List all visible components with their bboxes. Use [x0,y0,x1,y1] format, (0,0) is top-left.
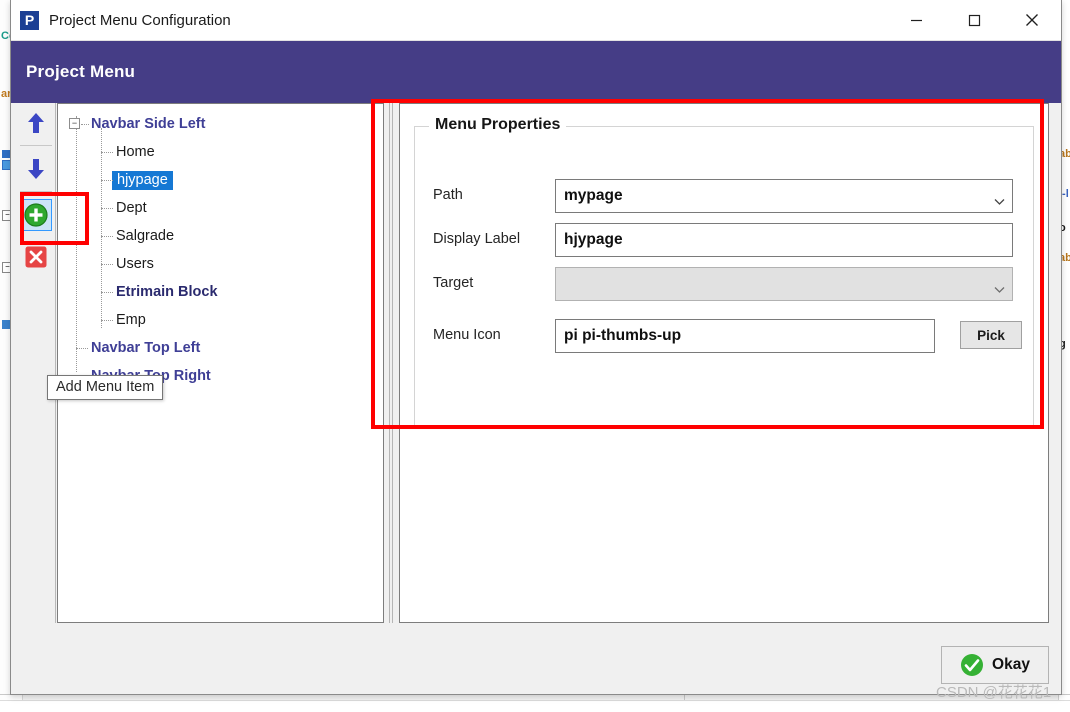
tree-node-navbar-side-left[interactable]: − Navbar Side Left [58,110,383,138]
background-status-bar [0,700,1070,712]
tree-node-label: Users [116,256,154,272]
tree-node-label: Emp [116,312,146,328]
minimize-icon [910,14,923,27]
dialog-header-title: Project Menu [26,62,135,82]
menu-tree: − Navbar Side Left Home hjypage [58,104,383,390]
close-icon [1025,13,1039,27]
path-value: mypage [564,187,623,205]
menu-icon-value: pi pi-thumbs-up [564,327,681,345]
dialog-body: − Navbar Side Left Home hjypage [11,103,1061,636]
dialog-footer: Okay [11,636,1061,694]
tree-connector [76,348,88,350]
add-circle-icon [23,202,49,228]
delete-menu-item-button[interactable] [20,241,52,273]
tree-node-label-selected: hjypage [112,171,173,190]
okay-button-label: Okay [992,656,1030,674]
pick-icon-button[interactable]: Pick [960,321,1022,349]
arrow-up-icon [25,111,47,135]
tree-connector [101,152,113,154]
maximize-icon [968,14,981,27]
collapse-expander-icon[interactable]: − [69,118,80,129]
tree-node-hjypage[interactable]: hjypage [58,166,383,194]
app-logo-icon: P [20,11,39,30]
display-label-label: Display Label [433,231,520,247]
menu-icon-input[interactable]: pi pi-thumbs-up [555,319,935,353]
field-row-display-label: Display Label hjypage [415,223,1035,257]
title-bar: P Project Menu Configuration [11,0,1061,41]
tree-connector [101,208,113,210]
chevron-down-icon[interactable] [994,193,1003,202]
window-title: Project Menu Configuration [49,12,231,29]
close-button[interactable] [1003,0,1061,40]
tooltip-add-menu-item: Add Menu Item [47,375,163,400]
move-up-button[interactable] [20,107,52,139]
tree-node-label: Home [116,144,155,160]
tree-connector [101,236,113,238]
project-menu-configuration-dialog: P Project Menu Configuration Project Men… [10,0,1062,695]
menu-tree-panel: − Navbar Side Left Home hjypage [57,103,384,623]
field-row-target: Target [415,267,1035,301]
maximize-button[interactable] [945,0,1003,40]
target-combobox[interactable] [555,267,1013,301]
add-menu-item-button[interactable] [20,199,52,231]
tree-node-navbar-top-left[interactable]: Navbar Top Left [58,334,383,362]
tree-node-salgrade[interactable]: Salgrade [58,222,383,250]
okay-button[interactable]: Okay [941,646,1049,684]
properties-panel: Menu Properties Path mypage Display Labe… [399,103,1049,623]
tree-connector [101,264,113,266]
tree-node-users[interactable]: Users [58,250,383,278]
path-combobox[interactable]: mypage [555,179,1013,213]
move-down-button[interactable] [20,153,52,185]
tree-connector [101,292,113,294]
dialog-header: Project Menu [11,41,1061,103]
menu-icon-label: Menu Icon [433,327,501,343]
tree-node-dept[interactable]: Dept [58,194,383,222]
tree-node-label: Dept [116,200,147,216]
toolbar-separator [20,145,52,146]
delete-x-icon [24,245,48,269]
display-label-input[interactable]: hjypage [555,223,1013,257]
tree-node-label: Etrimain Block [116,284,218,300]
minimize-button[interactable] [887,0,945,40]
panel-splitter[interactable] [388,103,396,623]
tree-node-label: Navbar Top Left [91,340,200,356]
path-label: Path [433,187,463,203]
tree-node-label: Salgrade [116,228,174,244]
field-row-menu-icon: Menu Icon pi pi-thumbs-up Pick [415,319,1035,353]
menu-properties-title: Menu Properties [429,116,566,134]
tree-node-emp[interactable]: Emp [58,306,383,334]
target-label: Target [433,275,473,291]
tree-connector [101,180,113,182]
checkmark-circle-icon [960,653,984,677]
window-controls [887,0,1061,40]
tree-connector [81,124,89,126]
menu-properties-groupbox: Menu Properties Path mypage Display Labe… [414,126,1034,426]
tree-node-etrimain-block[interactable]: Etrimain Block [58,278,383,306]
field-row-path: Path mypage [415,179,1035,213]
display-label-value: hjypage [564,231,623,249]
tree-node-home[interactable]: Home [58,138,383,166]
watermark: CSDN @花花花1 [936,681,1051,702]
chevron-down-icon[interactable] [994,281,1003,290]
tree-connector [101,320,113,322]
toolbar-separator [20,191,52,192]
arrow-down-icon [25,157,47,181]
tree-node-label: Navbar Side Left [91,116,205,132]
tree-toolbar [16,103,56,623]
